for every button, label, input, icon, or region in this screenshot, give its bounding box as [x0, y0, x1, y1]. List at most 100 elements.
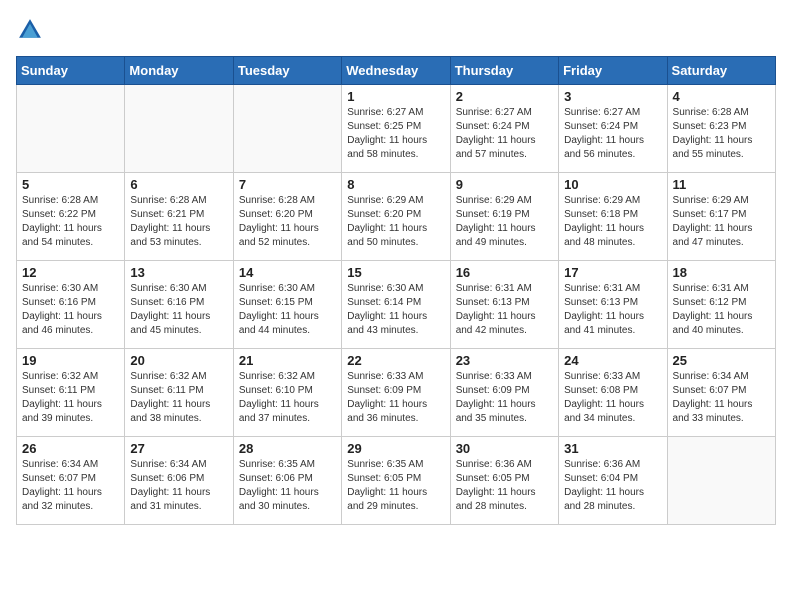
calendar-cell: 30 Sunrise: 6:36 AM Sunset: 6:05 PM Dayli…: [450, 437, 558, 525]
day-number: 1: [347, 89, 444, 104]
day-number: 15: [347, 265, 444, 280]
day-number: 6: [130, 177, 227, 192]
calendar-cell: 27Sunrise: 6:34 AM Sunset: 6:06 PM Dayli…: [125, 437, 233, 525]
day-info: Sunrise: 6:36 AM Sunset: 6:04 PM Dayligh…: [564, 458, 661, 514]
day-info: Sunrise: 6:27 AM Sunset: 6:24 PM Dayligh…: [564, 106, 661, 162]
day-number: 28: [239, 441, 336, 456]
day-number: 7: [239, 177, 336, 192]
page-header: [16, 16, 776, 44]
day-number: 4: [673, 89, 770, 104]
day-number: 20: [130, 353, 227, 368]
day-number: 5: [22, 177, 119, 192]
calendar-cell: 28 Sunrise: 6:35 AM Sunset: 6:06 PM Dayli…: [233, 437, 341, 525]
calendar-cell: 31 Sunrise: 6:36 AM Sunset: 6:04 PM Dayli…: [559, 437, 667, 525]
calendar-cell: 7 Sunrise: 6:28 AM Sunset: 6:20 PM Daylig…: [233, 173, 341, 261]
day-number: 22: [347, 353, 444, 368]
day-number: 30: [456, 441, 553, 456]
calendar-cell: 2 Sunrise: 6:27 AM Sunset: 6:24 PM Daylig…: [450, 85, 558, 173]
day-info: Sunrise: 6:32 AM Sunset: 6:11 PM Dayligh…: [130, 370, 227, 426]
day-info: Sunrise: 6:30 AM Sunset: 6:15 PM Dayligh…: [239, 282, 336, 338]
day-info: Sunrise: 6:28 AM Sunset: 6:22 PM Dayligh…: [22, 194, 119, 250]
day-info: Sunrise: 6:33 AM Sunset: 6:09 PM Dayligh…: [347, 370, 444, 426]
day-header-thursday: Thursday: [450, 57, 558, 85]
day-number: 26: [22, 441, 119, 456]
calendar-cell: 19 Sunrise: 6:32 AM Sunset: 6:11 PM Dayli…: [17, 349, 125, 437]
day-number: 13: [130, 265, 227, 280]
day-header-friday: Friday: [559, 57, 667, 85]
week-row-2: 5 Sunrise: 6:28 AM Sunset: 6:22 PM Daylig…: [17, 173, 776, 261]
day-info: Sunrise: 6:31 AM Sunset: 6:12 PM Dayligh…: [673, 282, 770, 338]
day-info: Sunrise: 6:29 AM Sunset: 6:20 PM Dayligh…: [347, 194, 444, 250]
day-header-wednesday: Wednesday: [342, 57, 450, 85]
calendar-cell: 16 Sunrise: 6:31 AM Sunset: 6:13 PM Dayli…: [450, 261, 558, 349]
day-info: Sunrise: 6:33 AM Sunset: 6:09 PM Dayligh…: [456, 370, 553, 426]
day-info: Sunrise: 6:29 AM Sunset: 6:19 PM Dayligh…: [456, 194, 553, 250]
calendar-cell: 13Sunrise: 6:30 AM Sunset: 6:16 PM Dayli…: [125, 261, 233, 349]
day-number: 31: [564, 441, 661, 456]
day-number: 21: [239, 353, 336, 368]
day-number: 18: [673, 265, 770, 280]
calendar-cell: 14 Sunrise: 6:30 AM Sunset: 6:15 PM Dayli…: [233, 261, 341, 349]
day-info: Sunrise: 6:27 AM Sunset: 6:25 PM Dayligh…: [347, 106, 444, 162]
calendar-cell: 18 Sunrise: 6:31 AM Sunset: 6:12 PM Dayli…: [667, 261, 775, 349]
day-number: 14: [239, 265, 336, 280]
calendar-cell: 15 Sunrise: 6:30 AM Sunset: 6:14 PM Dayli…: [342, 261, 450, 349]
calendar-cell: 11Sunrise: 6:29 AM Sunset: 6:17 PM Dayli…: [667, 173, 775, 261]
calendar-cell: 21 Sunrise: 6:32 AM Sunset: 6:10 PM Dayli…: [233, 349, 341, 437]
day-number: 2: [456, 89, 553, 104]
calendar-cell: [125, 85, 233, 173]
day-number: 8: [347, 177, 444, 192]
day-info: Sunrise: 6:30 AM Sunset: 6:16 PM Dayligh…: [22, 282, 119, 338]
calendar-cell: 9 Sunrise: 6:29 AM Sunset: 6:19 PM Daylig…: [450, 173, 558, 261]
day-header-monday: Monday: [125, 57, 233, 85]
calendar-cell: 25Sunrise: 6:34 AM Sunset: 6:07 PM Dayli…: [667, 349, 775, 437]
week-row-4: 19 Sunrise: 6:32 AM Sunset: 6:11 PM Dayli…: [17, 349, 776, 437]
day-info: Sunrise: 6:31 AM Sunset: 6:13 PM Dayligh…: [456, 282, 553, 338]
calendar-cell: 8 Sunrise: 6:29 AM Sunset: 6:20 PM Daylig…: [342, 173, 450, 261]
day-info: Sunrise: 6:35 AM Sunset: 6:05 PM Dayligh…: [347, 458, 444, 514]
calendar-cell: 5 Sunrise: 6:28 AM Sunset: 6:22 PM Daylig…: [17, 173, 125, 261]
day-info: Sunrise: 6:32 AM Sunset: 6:10 PM Dayligh…: [239, 370, 336, 426]
calendar-cell: 22 Sunrise: 6:33 AM Sunset: 6:09 PM Dayli…: [342, 349, 450, 437]
day-number: 16: [456, 265, 553, 280]
logo-icon: [16, 16, 44, 44]
calendar-cell: 3 Sunrise: 6:27 AM Sunset: 6:24 PM Daylig…: [559, 85, 667, 173]
week-row-1: 1 Sunrise: 6:27 AM Sunset: 6:25 PM Daylig…: [17, 85, 776, 173]
day-info: Sunrise: 6:33 AM Sunset: 6:08 PM Dayligh…: [564, 370, 661, 426]
day-info: Sunrise: 6:32 AM Sunset: 6:11 PM Dayligh…: [22, 370, 119, 426]
week-row-5: 26Sunrise: 6:34 AM Sunset: 6:07 PM Dayli…: [17, 437, 776, 525]
day-info: Sunrise: 6:28 AM Sunset: 6:20 PM Dayligh…: [239, 194, 336, 250]
calendar-cell: 24 Sunrise: 6:33 AM Sunset: 6:08 PM Dayli…: [559, 349, 667, 437]
day-info: Sunrise: 6:30 AM Sunset: 6:14 PM Dayligh…: [347, 282, 444, 338]
day-number: 11: [673, 177, 770, 192]
calendar-cell: 12Sunrise: 6:30 AM Sunset: 6:16 PM Dayli…: [17, 261, 125, 349]
days-header-row: SundayMondayTuesdayWednesdayThursdayFrid…: [17, 57, 776, 85]
day-header-saturday: Saturday: [667, 57, 775, 85]
calendar-cell: 4Sunrise: 6:28 AM Sunset: 6:23 PM Daylig…: [667, 85, 775, 173]
calendar-cell: 26Sunrise: 6:34 AM Sunset: 6:07 PM Dayli…: [17, 437, 125, 525]
calendar-cell: [233, 85, 341, 173]
week-row-3: 12Sunrise: 6:30 AM Sunset: 6:16 PM Dayli…: [17, 261, 776, 349]
day-info: Sunrise: 6:35 AM Sunset: 6:06 PM Dayligh…: [239, 458, 336, 514]
day-number: 27: [130, 441, 227, 456]
calendar-table: SundayMondayTuesdayWednesdayThursdayFrid…: [16, 56, 776, 525]
day-number: 24: [564, 353, 661, 368]
day-number: 9: [456, 177, 553, 192]
calendar-cell: 17Sunrise: 6:31 AM Sunset: 6:13 PM Dayli…: [559, 261, 667, 349]
day-number: 25: [673, 353, 770, 368]
calendar-cell: 23 Sunrise: 6:33 AM Sunset: 6:09 PM Dayli…: [450, 349, 558, 437]
day-number: 19: [22, 353, 119, 368]
calendar-cell: 29Sunrise: 6:35 AM Sunset: 6:05 PM Dayli…: [342, 437, 450, 525]
calendar-cell: 1 Sunrise: 6:27 AM Sunset: 6:25 PM Daylig…: [342, 85, 450, 173]
day-info: Sunrise: 6:29 AM Sunset: 6:18 PM Dayligh…: [564, 194, 661, 250]
calendar-cell: 6Sunrise: 6:28 AM Sunset: 6:21 PM Daylig…: [125, 173, 233, 261]
logo: [16, 16, 48, 44]
day-number: 23: [456, 353, 553, 368]
day-info: Sunrise: 6:36 AM Sunset: 6:05 PM Dayligh…: [456, 458, 553, 514]
day-number: 3: [564, 89, 661, 104]
day-number: 10: [564, 177, 661, 192]
day-info: Sunrise: 6:31 AM Sunset: 6:13 PM Dayligh…: [564, 282, 661, 338]
calendar-cell: [667, 437, 775, 525]
day-info: Sunrise: 6:27 AM Sunset: 6:24 PM Dayligh…: [456, 106, 553, 162]
calendar-cell: [17, 85, 125, 173]
